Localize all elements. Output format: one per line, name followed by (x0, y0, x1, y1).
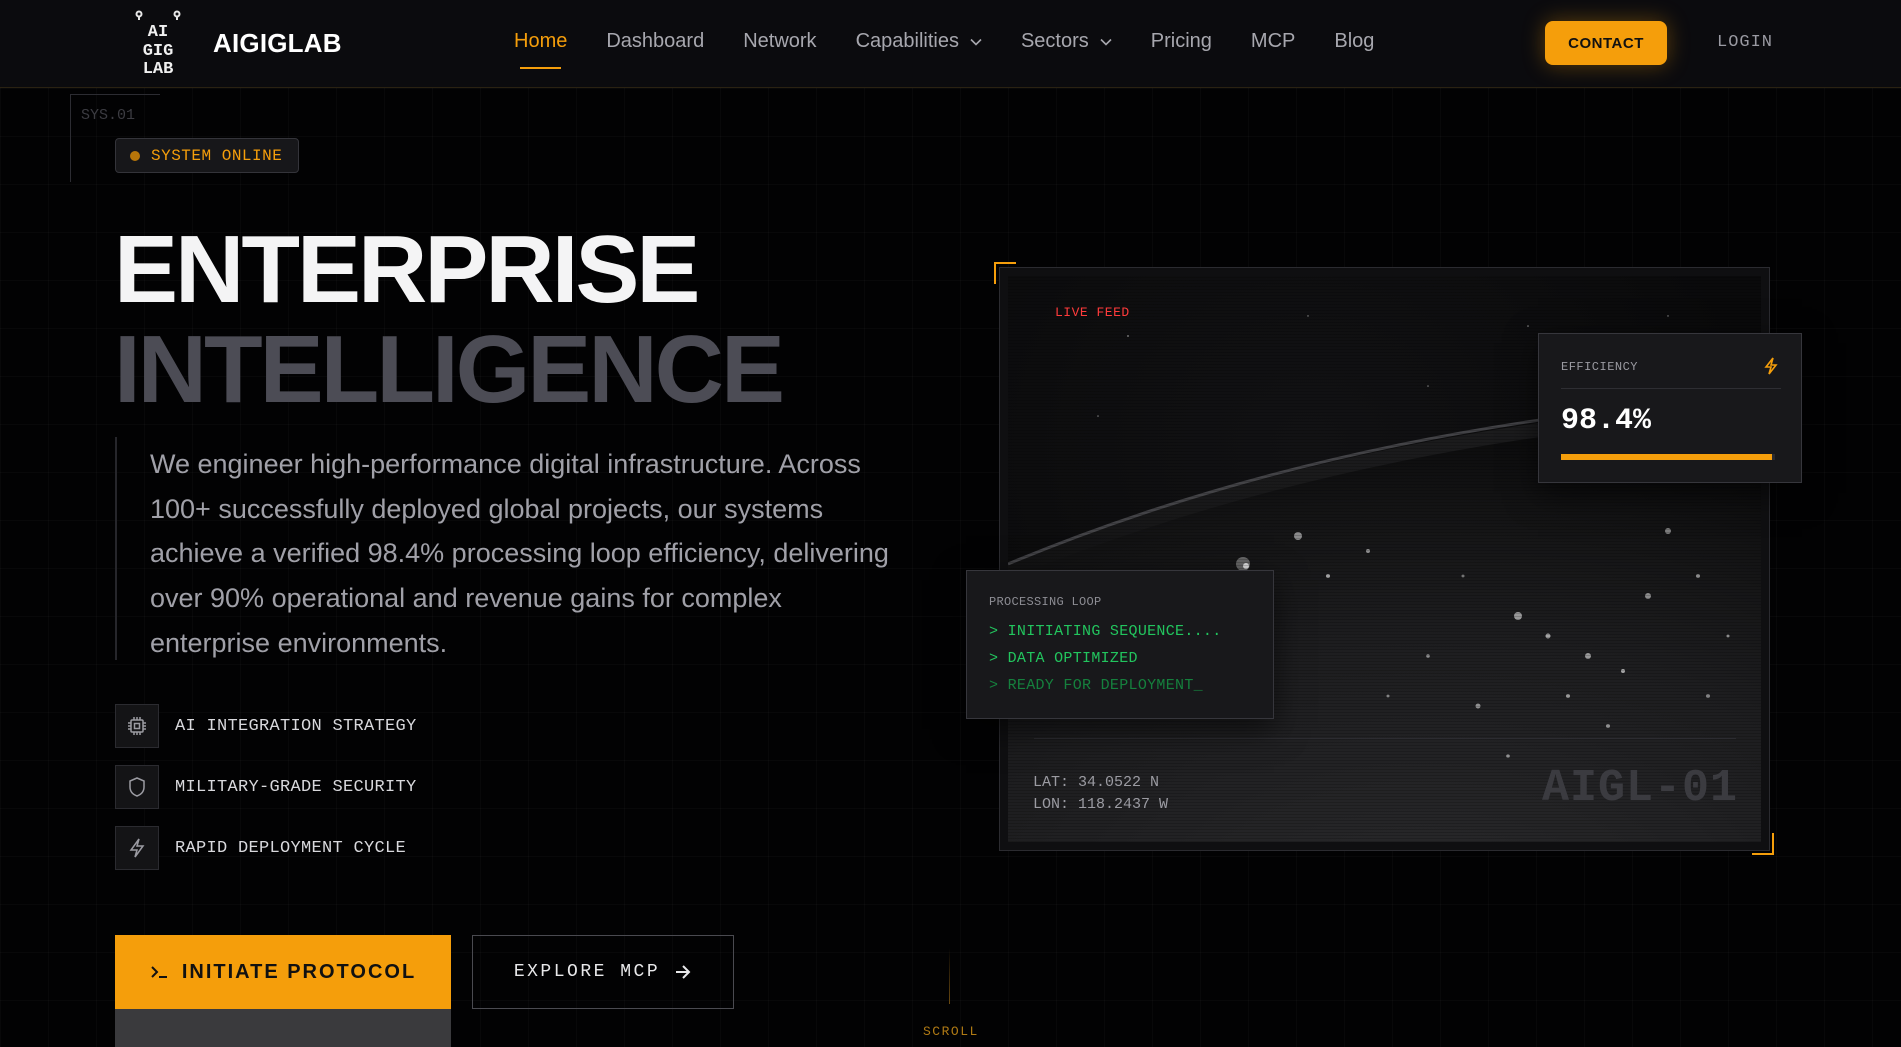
hero-description: We engineer high-performance digital inf… (150, 449, 889, 658)
processing-loop-title: PROCESSING LOOP (989, 595, 1102, 609)
hero-title-line2: INTELLIGENCE (114, 316, 785, 423)
coordinates: LAT: 34.0522 N LON: 118.2437 W (1033, 772, 1168, 816)
sys-label: SYS.01 (81, 107, 136, 124)
nav-link-label: Network (743, 30, 817, 52)
nav-link-label: Blog (1334, 30, 1375, 52)
contact-button[interactable]: CONTACT (1545, 21, 1667, 65)
nav-link-dashboard[interactable]: Dashboard (606, 30, 704, 53)
processing-line: > INITIATING SEQUENCE.... (989, 623, 1222, 640)
feature-item-deployment: RAPID DEPLOYMENT CYCLE (115, 826, 406, 870)
login-link[interactable]: LOGIN (1717, 33, 1773, 52)
top-navigation: AI GIG LAB AIGIGLAB Home Dashboard Netwo… (0, 0, 1901, 88)
initiate-protocol-label: INITIATE PROTOCOL (181, 960, 417, 983)
efficiency-progress-fill (1561, 454, 1772, 460)
nav-link-sectors[interactable]: Sectors (1021, 30, 1112, 53)
arrow-right-icon (676, 965, 691, 979)
logo-icon[interactable]: AI GIG LAB (134, 10, 182, 76)
live-feed-label: LIVE FEED (1055, 305, 1130, 320)
status-dot-icon (130, 150, 140, 161)
status-badge: SYSTEM ONLINE (115, 138, 300, 173)
efficiency-value: 98.4% (1561, 404, 1652, 438)
nav-link-label: Pricing (1150, 30, 1212, 52)
chevron-down-icon (970, 38, 982, 46)
svg-text:AI: AI (148, 23, 168, 42)
efficiency-progress-bar (1561, 454, 1775, 460)
efficiency-label: EFFICIENCY (1561, 360, 1639, 374)
scroll-indicator-line (949, 948, 950, 1004)
nav-link-blog[interactable]: Blog (1334, 30, 1374, 53)
feature-label: MILITARY-GRADE SECURITY (175, 777, 417, 797)
bolt-icon (1764, 357, 1778, 375)
feature-item-security: MILITARY-GRADE SECURITY (115, 765, 417, 809)
chip-icon (115, 704, 159, 748)
terminal-icon (151, 966, 167, 978)
button-shadow (115, 1009, 451, 1047)
svg-text:LAB: LAB (143, 60, 174, 76)
scroll-label[interactable]: SCROLL (923, 1024, 979, 1039)
efficiency-divider (1561, 388, 1781, 389)
status-text: SYSTEM ONLINE (151, 146, 283, 165)
hero-description-block: We engineer high-performance digital inf… (115, 437, 895, 660)
feature-item-ai-integration: AI INTEGRATION STRATEGY (115, 704, 417, 748)
shield-icon (115, 765, 159, 809)
feature-label: AI INTEGRATION STRATEGY (175, 716, 417, 736)
processing-line: > DATA OPTIMIZED (989, 650, 1138, 667)
explore-mcp-button[interactable]: EXPLORE MCP (472, 935, 734, 1009)
bolt-icon (115, 826, 159, 870)
nav-link-capabilities[interactable]: Capabilities (856, 30, 982, 53)
processing-line: > READY FOR DEPLOYMENT_ (989, 677, 1203, 694)
latitude: LAT: 34.0522 N (1033, 774, 1160, 791)
nav-link-label: Home (514, 30, 568, 52)
nav-link-label: Sectors (1020, 30, 1089, 52)
explore-mcp-label: EXPLORE MCP (513, 962, 661, 982)
efficiency-card: EFFICIENCY 98.4% (1538, 333, 1802, 483)
svg-text:GIG: GIG (143, 42, 174, 61)
nav-link-network[interactable]: Network (743, 30, 816, 53)
nav-links: Home Dashboard Network Capabilities Sect… (514, 30, 1413, 69)
processing-loop-card: PROCESSING LOOP > INITIATING SEQUENCE...… (966, 570, 1274, 719)
brand-name[interactable]: AIGIGLAB (213, 28, 342, 59)
nav-link-pricing[interactable]: Pricing (1151, 30, 1212, 53)
panel-divider (1034, 738, 1736, 739)
longitude: LON: 118.2437 W (1033, 796, 1169, 813)
nav-link-label: MCP (1250, 30, 1296, 52)
feature-label: RAPID DEPLOYMENT CYCLE (175, 838, 407, 858)
unit-id: AIGL-01 (1542, 763, 1739, 814)
initiate-protocol-button[interactable]: INITIATE PROTOCOL (115, 935, 451, 1009)
nav-link-label: Capabilities (855, 30, 959, 52)
hero-title-line1: ENTERPRISE (114, 216, 700, 323)
nav-link-label: Dashboard (606, 30, 705, 52)
chevron-down-icon (1100, 38, 1112, 46)
nav-link-home[interactable]: Home (514, 30, 568, 69)
nav-link-mcp[interactable]: MCP (1251, 30, 1295, 53)
